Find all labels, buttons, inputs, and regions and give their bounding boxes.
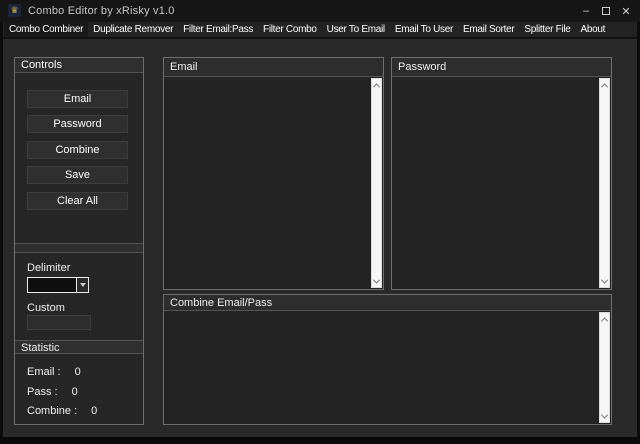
app-icon: ♛ [8,4,21,17]
tab-user-to-email[interactable]: User To Email [322,22,390,37]
tab-combo-combiner[interactable]: Combo Combiner [4,22,88,37]
combine-panel: Combine Email/Pass [163,294,612,425]
save-button[interactable]: Save [27,166,128,184]
email-textarea[interactable] [165,78,370,288]
email-textarea-wrap [164,77,383,289]
minimize-button[interactable]: – [576,0,596,22]
email-panel-title: Email [164,58,383,77]
combine-panel-title: Combine Email/Pass [164,295,611,311]
scroll-down-icon[interactable] [600,275,609,287]
scroll-down-icon[interactable] [600,410,609,422]
maximize-icon [602,7,610,15]
tab-filter-email-pass[interactable]: Filter Email:Pass [178,22,258,37]
tab-duplicate-remover[interactable]: Duplicate Remover [88,22,178,37]
titlebar: ♛ Combo Editor by xRisky v1.0 – ✕ [0,0,640,22]
stat-combine-value: 0 [91,405,97,417]
stat-row-combine: Combine : 0 [27,405,97,417]
combine-textarea[interactable] [165,312,598,423]
tab-filter-combo[interactable]: Filter Combo [258,22,322,37]
window-border-left [0,22,3,444]
close-icon: ✕ [621,5,630,18]
chevron-down-icon [80,283,86,287]
password-panel: Password [391,57,612,290]
email-button[interactable]: Email [27,90,128,108]
minimize-icon: – [583,5,589,17]
stat-email-label: Email : [27,366,61,378]
stat-row-pass: Pass : 0 [27,386,78,398]
close-button[interactable]: ✕ [616,0,636,22]
delimiter-selected-value [28,278,76,292]
delimiter-select[interactable] [27,277,89,293]
stat-pass-label: Pass : [27,386,58,398]
window-title: Combo Editor by xRisky v1.0 [28,0,175,22]
email-scrollbar[interactable] [371,78,382,288]
combine-scrollbar[interactable] [599,312,610,423]
clear-all-button[interactable]: Clear All [27,192,128,210]
password-scrollbar[interactable] [599,78,610,288]
controls-panel: Controls Email Password Combine Save Cle… [14,57,144,425]
controls-panel-title: Controls [15,58,143,73]
password-panel-title: Password [392,58,611,77]
tab-email-to-user[interactable]: Email To User [390,22,458,37]
scroll-up-icon[interactable] [600,79,609,91]
combine-button[interactable]: Combine [27,141,128,159]
tab-splitter-file[interactable]: Splitter File [519,22,575,37]
email-panel: Email [163,57,384,290]
combine-textarea-wrap [164,311,611,424]
stat-combine-label: Combine : [27,405,77,417]
password-button[interactable]: Password [27,115,128,133]
custom-delimiter-input[interactable] [27,315,91,330]
section-divider [15,243,143,253]
password-textarea-wrap [392,77,611,289]
maximize-button[interactable] [596,0,616,22]
stat-pass-value: 0 [72,386,78,398]
stat-email-value: 0 [75,366,81,378]
tab-about[interactable]: About [576,22,611,37]
window-controls: – ✕ [576,0,636,22]
custom-label: Custom [27,302,65,314]
delimiter-dropdown-button[interactable] [76,278,88,292]
tab-bar: Combo Combiner Duplicate Remover Filter … [0,22,640,37]
password-textarea[interactable] [393,78,598,288]
window-border-bottom [0,437,640,444]
scroll-down-icon[interactable] [372,275,381,287]
scroll-up-icon[interactable] [372,79,381,91]
tab-email-sorter[interactable]: Email Sorter [458,22,519,37]
statistic-panel-title: Statistic [15,340,143,354]
scroll-up-icon[interactable] [600,313,609,325]
stat-row-email: Email : 0 [27,366,81,378]
delimiter-label: Delimiter [27,262,70,274]
